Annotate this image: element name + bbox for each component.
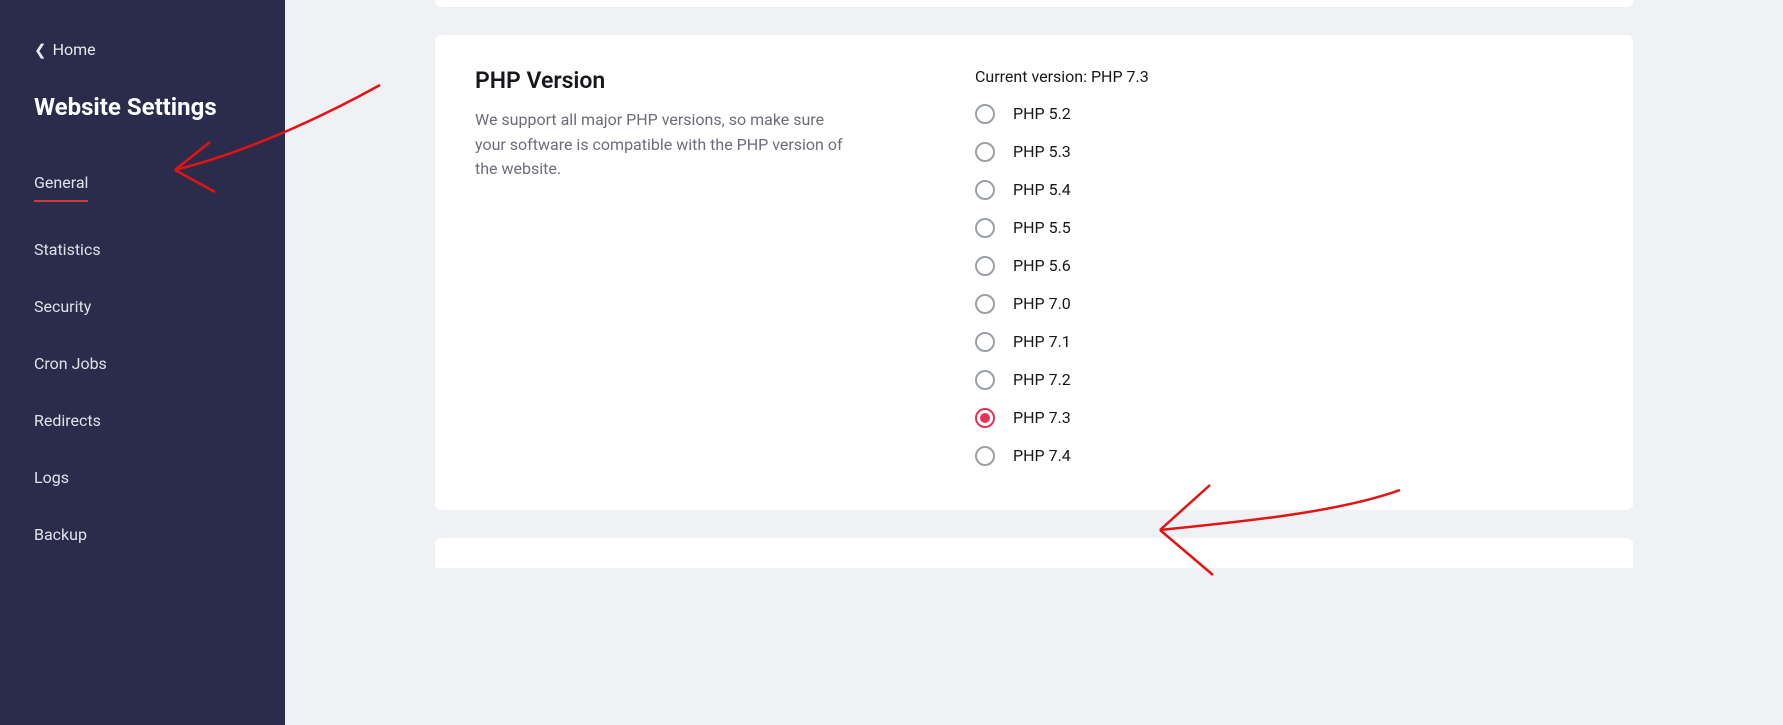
chevron-left-icon: ❮ bbox=[34, 41, 47, 59]
php-option-7-1[interactable]: PHP 7.1 bbox=[975, 332, 1593, 352]
radio-icon bbox=[975, 446, 995, 466]
php-option-5-6[interactable]: PHP 5.6 bbox=[975, 256, 1593, 276]
radio-label: PHP 7.0 bbox=[1013, 294, 1071, 313]
sidebar-item-backup[interactable]: Backup bbox=[34, 511, 251, 558]
php-version-description: We support all major PHP versions, so ma… bbox=[475, 108, 855, 182]
radio-icon bbox=[975, 180, 995, 200]
sidebar-item-label: Redirects bbox=[34, 411, 101, 430]
sidebar-item-logs[interactable]: Logs bbox=[34, 454, 251, 501]
sidebar-item-label: Cron Jobs bbox=[34, 354, 107, 373]
php-version-card: PHP Version We support all major PHP ver… bbox=[435, 35, 1633, 510]
sidebar: ❮ Home Website Settings General Statisti… bbox=[0, 0, 285, 725]
radio-icon bbox=[975, 294, 995, 314]
php-option-7-2[interactable]: PHP 7.2 bbox=[975, 370, 1593, 390]
sidebar-item-label: Logs bbox=[34, 468, 69, 487]
sidebar-item-redirects[interactable]: Redirects bbox=[34, 397, 251, 444]
php-option-5-4[interactable]: PHP 5.4 bbox=[975, 180, 1593, 200]
home-link-label: Home bbox=[53, 40, 96, 59]
sidebar-item-label: General bbox=[34, 173, 88, 202]
main-content: password. PHP Version We support all maj… bbox=[285, 0, 1783, 725]
sidebar-item-label: Statistics bbox=[34, 240, 101, 259]
password-card-partial: password. bbox=[435, 0, 1633, 7]
sidebar-item-statistics[interactable]: Statistics bbox=[34, 226, 251, 273]
php-option-5-2[interactable]: PHP 5.2 bbox=[975, 104, 1593, 124]
radio-label: PHP 5.2 bbox=[1013, 104, 1071, 123]
radio-label: PHP 7.1 bbox=[1013, 332, 1071, 351]
php-option-7-3[interactable]: PHP 7.3 bbox=[975, 408, 1593, 428]
radio-label: PHP 5.4 bbox=[1013, 180, 1071, 199]
sidebar-item-security[interactable]: Security bbox=[34, 283, 251, 330]
radio-label: PHP 5.3 bbox=[1013, 142, 1071, 161]
home-link[interactable]: ❮ Home bbox=[34, 40, 251, 59]
radio-label: PHP 5.6 bbox=[1013, 256, 1071, 275]
radio-label: PHP 7.3 bbox=[1013, 408, 1071, 427]
next-card-partial bbox=[435, 538, 1633, 568]
sidebar-item-label: Backup bbox=[34, 525, 87, 544]
radio-icon bbox=[975, 142, 995, 162]
radio-label: PHP 7.2 bbox=[1013, 370, 1071, 389]
radio-icon bbox=[975, 218, 995, 238]
php-version-title: PHP Version bbox=[475, 67, 975, 94]
php-option-7-4[interactable]: PHP 7.4 bbox=[975, 446, 1593, 466]
sidebar-item-label: Security bbox=[34, 297, 91, 316]
php-option-5-3[interactable]: PHP 5.3 bbox=[975, 142, 1593, 162]
radio-label: PHP 5.5 bbox=[1013, 218, 1071, 237]
current-version-label: Current version: PHP 7.3 bbox=[975, 67, 1593, 86]
sidebar-item-general[interactable]: General bbox=[34, 159, 251, 216]
radio-icon bbox=[975, 104, 995, 124]
radio-icon bbox=[975, 408, 995, 428]
radio-icon bbox=[975, 332, 995, 352]
php-option-5-5[interactable]: PHP 5.5 bbox=[975, 218, 1593, 238]
radio-icon bbox=[975, 256, 995, 276]
radio-label: PHP 7.4 bbox=[1013, 446, 1071, 465]
php-option-7-0[interactable]: PHP 7.0 bbox=[975, 294, 1593, 314]
sidebar-item-cron-jobs[interactable]: Cron Jobs bbox=[34, 340, 251, 387]
radio-icon bbox=[975, 370, 995, 390]
sidebar-title: Website Settings bbox=[34, 93, 251, 121]
